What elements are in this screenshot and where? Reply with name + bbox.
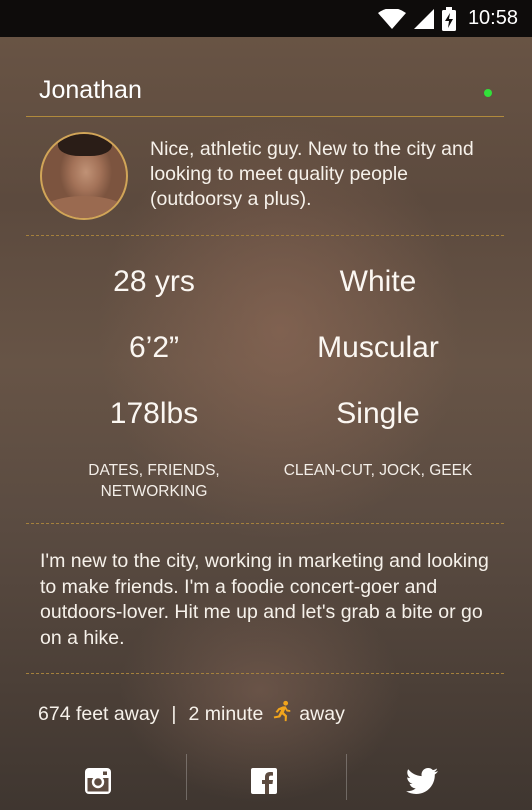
distance-info: 674 feet away | 2 minute away — [38, 700, 345, 728]
social-bar — [0, 752, 532, 810]
running-person-icon — [271, 700, 293, 728]
tribe-tags: CLEAN-CUT, JOCK, GEEK — [283, 462, 473, 479]
about-text: I'm new to the city, working in marketin… — [40, 550, 489, 649]
status-time: 10:58 — [467, 7, 518, 29]
twitter-button[interactable] — [334, 752, 510, 810]
wifi-icon — [377, 8, 406, 29]
signal-icon — [413, 8, 434, 29]
body-type-stat: Muscular — [317, 331, 439, 364]
facebook-button[interactable] — [176, 752, 352, 810]
online-status-indicator — [484, 89, 492, 97]
battery-charging-icon — [441, 6, 456, 31]
looking-for-tags: DATES, FRIENDS, NETWORKING — [88, 462, 220, 500]
ethnicity-stat: White — [339, 265, 417, 298]
instagram-button[interactable] — [10, 752, 186, 810]
status-bar: 10:58 — [0, 0, 532, 37]
distance-separator: | — [171, 702, 177, 725]
profile-name: Jonathan — [39, 76, 142, 104]
instagram-icon — [85, 768, 111, 794]
facebook-icon — [251, 768, 277, 794]
height-stat: 6’2” — [128, 331, 180, 364]
weight-stat: 178lbs — [109, 397, 199, 430]
profile-header: Jonathan — [26, 70, 504, 117]
age-stat: 28 yrs — [113, 265, 195, 298]
distance-feet: 674 feet away — [38, 702, 160, 725]
short-bio: Nice, athletic guy. New to the city and … — [150, 138, 474, 210]
walk-suffix: away — [299, 702, 345, 725]
walk-time: 2 minute — [188, 702, 264, 725]
profile-summary: Nice, athletic guy. New to the city and … — [26, 117, 504, 236]
twitter-icon — [406, 768, 438, 794]
avatar[interactable] — [40, 132, 128, 220]
relationship-stat: Single — [336, 397, 420, 430]
divider — [26, 673, 504, 674]
profile-stats: 28 yrs White 6’2” Muscular 178lbs Single… — [26, 236, 504, 524]
